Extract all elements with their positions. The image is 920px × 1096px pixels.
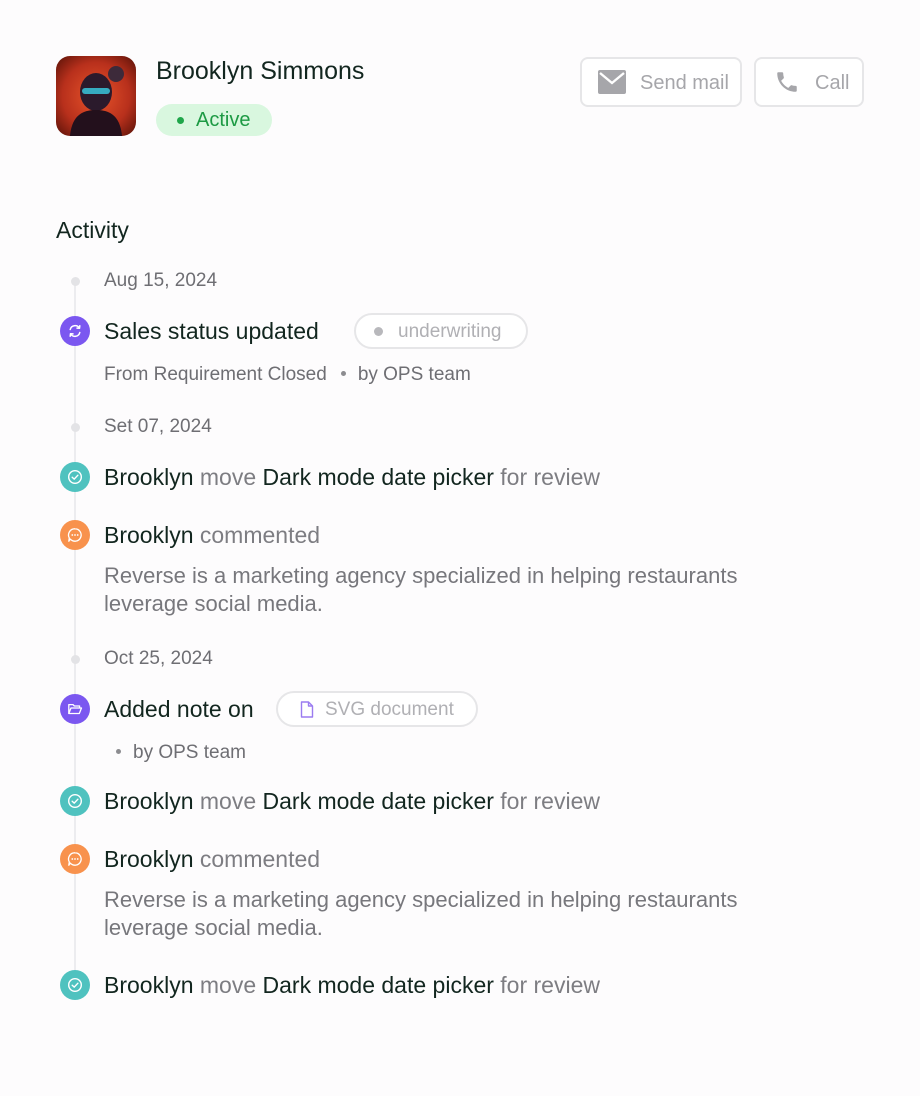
- status-tag: underwriting: [354, 313, 528, 349]
- entry-meta: by OPS team: [104, 742, 246, 764]
- entry-actor: Brooklyn: [104, 846, 194, 872]
- entry-suffix: for review: [500, 464, 600, 490]
- send-mail-button[interactable]: Send mail: [580, 57, 742, 107]
- avatar: [56, 56, 136, 136]
- entry-actor: Brooklyn: [104, 522, 194, 548]
- file-icon: [300, 701, 314, 718]
- entry-verb: move: [199, 788, 257, 814]
- check-circle-icon: [60, 786, 90, 816]
- status-badge: Active: [156, 104, 272, 136]
- bullet: [340, 370, 346, 376]
- entry-title: Sales status updated: [104, 318, 319, 344]
- folder-open-icon: [60, 694, 90, 724]
- send-mail-label: Send mail: [640, 72, 729, 94]
- sync-icon: [60, 316, 90, 346]
- timeline-dot: [70, 655, 80, 664]
- status-tag-label: underwriting: [398, 321, 502, 342]
- entry-suffix: for review: [500, 788, 600, 814]
- check-circle-icon: [60, 970, 90, 1000]
- entry-item: Dark mode date picker: [262, 788, 494, 814]
- entry-move: Brooklyn move Dark mode date picker for …: [104, 463, 600, 491]
- call-label: Call: [815, 72, 850, 94]
- timeline-line: [74, 282, 76, 982]
- status-label: Active: [196, 109, 251, 131]
- timeline-dot: [70, 423, 80, 432]
- bullet: [116, 748, 121, 754]
- entry-by: by OPS team: [357, 364, 471, 385]
- timeline-date: Oct 25, 2024: [104, 648, 213, 669]
- entry-title: Added note on: [104, 696, 254, 722]
- status-dot: [177, 117, 184, 124]
- timeline-date: Aug 15, 2024: [104, 270, 218, 291]
- entry-item: Dark mode date picker: [262, 464, 494, 490]
- mail-icon: [598, 70, 626, 94]
- entry-actor: Brooklyn: [104, 464, 194, 490]
- entry-by: by OPS team: [133, 742, 246, 763]
- comment-icon: [60, 844, 90, 874]
- entry-verb: commented: [199, 522, 321, 548]
- entry-move: Brooklyn move Dark mode date picker for …: [104, 787, 600, 815]
- tag-dot: [374, 327, 383, 336]
- entry-actor: Brooklyn: [104, 972, 194, 998]
- entry-move: Brooklyn move Dark mode date picker for …: [104, 971, 600, 999]
- attachment-chip[interactable]: SVG document: [276, 691, 478, 727]
- timeline-dot: [70, 277, 80, 286]
- profile-name: Brooklyn Simmons: [156, 57, 365, 85]
- comment-icon: [60, 520, 90, 550]
- phone-icon: [777, 72, 797, 92]
- entry-verb: move: [199, 464, 257, 490]
- entry-comment: Brooklyn commented: [104, 845, 320, 873]
- comment-body: Reverse is a marketing agency specialize…: [104, 563, 738, 616]
- comment-body: Reverse is a marketing agency specialize…: [104, 887, 738, 940]
- entry-verb: move: [199, 972, 257, 998]
- entry-from: From Requirement Closed: [104, 364, 327, 385]
- entry-meta: From Requirement Closed by OPS team: [104, 364, 471, 386]
- entry-actor: Brooklyn: [104, 788, 194, 814]
- timeline-date: Set 07, 2024: [104, 416, 212, 437]
- entry-item: Dark mode date picker: [262, 972, 494, 998]
- call-button[interactable]: Call: [754, 57, 864, 107]
- entry-suffix: for review: [500, 972, 600, 998]
- attachment-label: SVG document: [325, 699, 454, 720]
- entry-verb: commented: [199, 846, 321, 872]
- check-circle-icon: [60, 462, 90, 492]
- activity-title: Activity: [56, 217, 129, 243]
- entry-comment: Brooklyn commented: [104, 521, 320, 549]
